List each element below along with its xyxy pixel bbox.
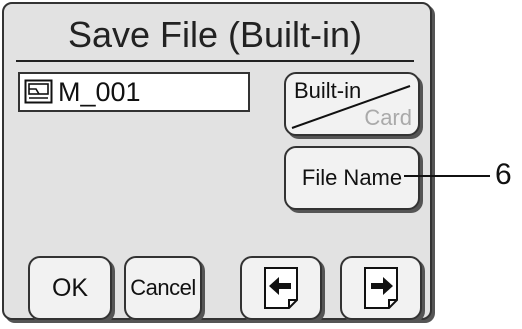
callout-number: 6 <box>495 158 512 191</box>
file-name-value: M_001 <box>58 76 141 107</box>
ok-button[interactable]: OK <box>28 256 112 320</box>
storage-option-selected: Built-in <box>294 78 362 103</box>
dialog-title: Save File (Built-in) <box>16 10 414 62</box>
storage-toggle-button[interactable]: Built-in Card <box>284 72 420 136</box>
file-name-button[interactable]: File Name <box>284 146 420 210</box>
previous-button[interactable] <box>240 256 322 320</box>
arrow-left-icon <box>264 267 298 309</box>
cancel-button[interactable]: Cancel <box>124 256 202 320</box>
callout-line <box>404 175 490 177</box>
next-button[interactable] <box>340 256 422 320</box>
save-file-dialog: Save File (Built-in) M_001 Built-in Card… <box>2 2 432 320</box>
screen: Save File (Built-in) M_001 Built-in Card… <box>0 0 522 329</box>
arrow-right-icon <box>364 267 398 309</box>
file-icon <box>24 79 54 105</box>
file-name-field[interactable]: M_001 <box>18 72 250 112</box>
storage-option-other: Card <box>364 105 412 130</box>
